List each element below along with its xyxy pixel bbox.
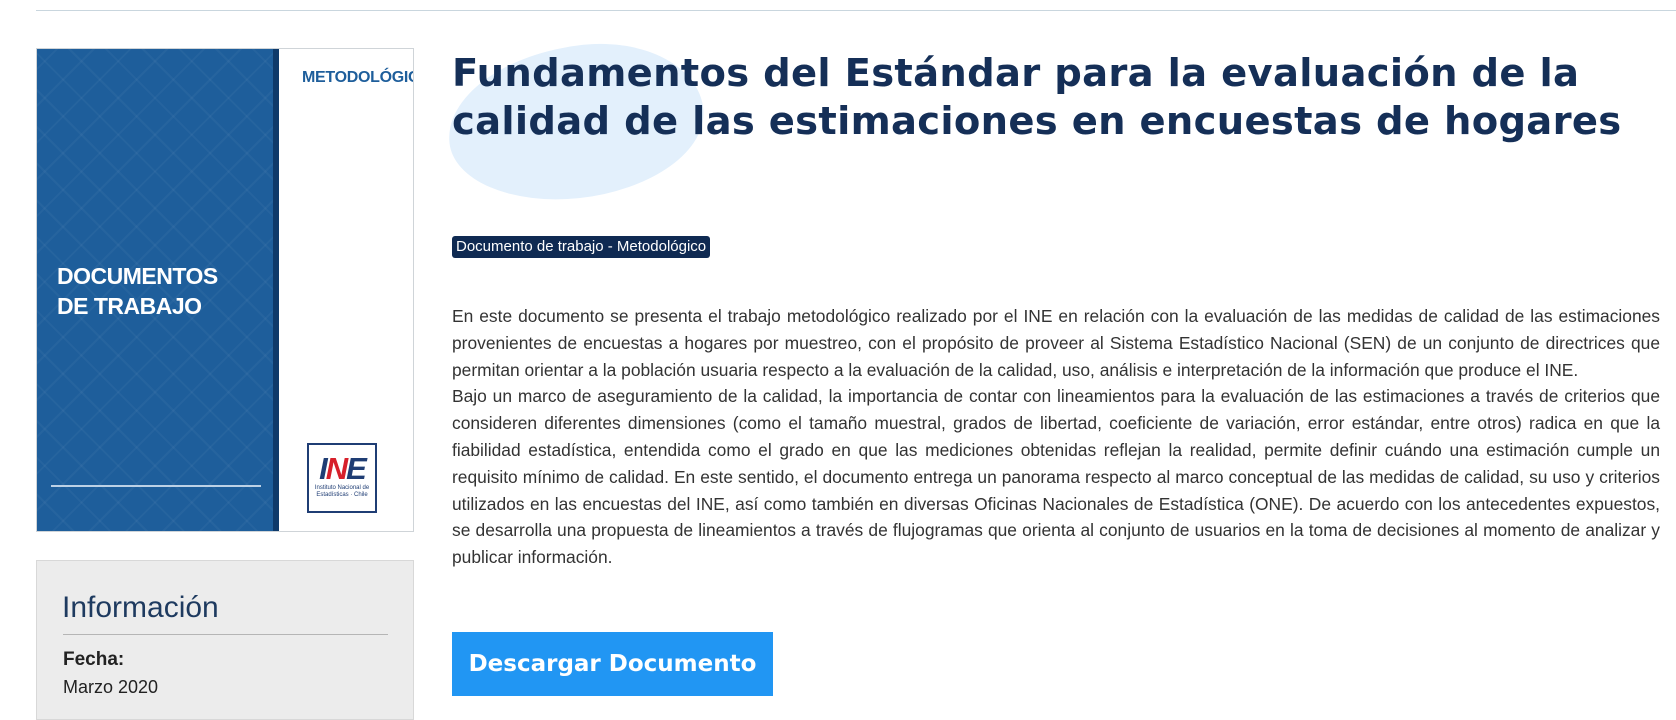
info-heading: Información: [62, 591, 219, 624]
top-divider: [36, 10, 1676, 11]
ine-logo: INE Instituto Nacional de Estadísticas ·…: [307, 443, 377, 513]
cover-stripe: [273, 49, 279, 531]
description-paragraph: Bajo un marco de aseguramiento de la cal…: [452, 386, 1660, 568]
cover-title: DOCUMENTOS DE TRABAJO: [57, 263, 218, 319]
page-title: Fundamentos del Estándar para la evaluac…: [452, 51, 1622, 144]
date-label: Fecha:: [63, 649, 125, 670]
description-paragraph: En este documento se presenta el trabajo…: [452, 306, 1660, 380]
cover-underline: [51, 485, 261, 487]
ine-logo-mark: INE: [319, 451, 367, 486]
document-type-badge: Documento de trabajo - Metodológico: [452, 236, 711, 258]
download-document-button[interactable]: Descargar Documento: [452, 632, 773, 696]
document-cover-image: DOCUMENTOS DE TRABAJO METODOLÓGICO INE I…: [36, 48, 414, 532]
info-divider: [63, 634, 388, 635]
document-description: En este documento se presenta el trabajo…: [452, 303, 1660, 571]
cover-category-tag: METODOLÓGICO: [302, 69, 413, 86]
ine-logo-subtitle: Instituto Nacional de Estadísticas · Chi…: [314, 485, 370, 498]
date-value: Marzo 2020: [63, 677, 159, 697]
info-panel: Información Fecha: Marzo 2020: [36, 560, 414, 720]
